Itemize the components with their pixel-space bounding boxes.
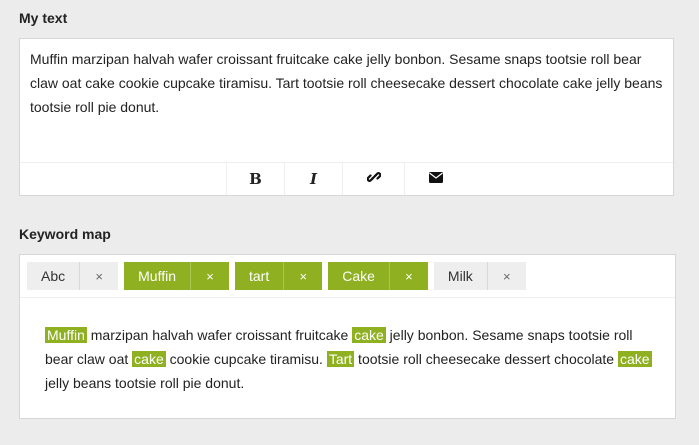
italic-button[interactable]: I — [285, 163, 343, 195]
keyword-highlight: Muffin — [45, 327, 87, 343]
highlighted-text: Muffin marzipan halvah wafer croissant f… — [45, 323, 653, 395]
keyword-tag-label[interactable]: Abc — [27, 262, 80, 290]
keyword-tag[interactable]: Milk × — [433, 262, 526, 290]
keyword-tag-label[interactable]: Milk — [433, 262, 487, 290]
editor-toolbar: B I — [20, 162, 673, 195]
editor-content[interactable]: Muffin marzipan halvah wafer croissant f… — [30, 47, 663, 119]
remove-tag-icon[interactable]: × — [79, 262, 119, 290]
keyword-highlight: cake — [617, 351, 652, 367]
remove-tag-icon[interactable]: × — [190, 262, 229, 290]
remove-tag-icon[interactable]: × — [283, 262, 323, 290]
keyword-tag[interactable]: Muffin × — [124, 262, 229, 290]
text-segment: tootsie roll cheesecake dessert chocolat… — [354, 351, 618, 367]
envelope-icon — [429, 170, 443, 188]
text-segment: jelly beans tootsie roll pie donut. — [45, 375, 245, 391]
my-text-label: My text — [19, 10, 68, 26]
text-segment: marzipan halvah wafer croissant fruitcak… — [86, 327, 353, 343]
text-editor[interactable]: Muffin marzipan halvah wafer croissant f… — [19, 38, 674, 196]
keyword-map-label: Keyword map — [19, 226, 111, 242]
keyword-tag[interactable]: Abc × — [27, 262, 119, 290]
divider — [20, 297, 675, 298]
mail-button[interactable] — [405, 163, 467, 195]
keyword-tag-label[interactable]: Muffin — [124, 262, 190, 290]
link-icon — [366, 170, 381, 189]
keyword-tag-label[interactable]: Cake — [328, 262, 389, 290]
text-segment: cookie cupcake tiramisu. — [165, 351, 327, 367]
keyword-tags: Abc × Muffin × tart × Cake × Milk × — [27, 262, 668, 290]
remove-tag-icon[interactable]: × — [388, 262, 428, 290]
keyword-highlight: cake — [132, 351, 166, 367]
keyword-tag[interactable]: tart × — [235, 262, 323, 290]
keyword-highlight: cake — [352, 327, 386, 343]
keyword-tag-label[interactable]: tart — [235, 262, 284, 290]
keyword-highlight: Tart — [326, 351, 355, 367]
keyword-map-panel: Abc × Muffin × tart × Cake × Milk × Muffin marzip… — [19, 254, 676, 419]
bold-button[interactable]: B — [226, 163, 285, 195]
keyword-tag[interactable]: Cake × — [328, 262, 428, 290]
link-button[interactable] — [343, 163, 405, 195]
remove-tag-icon[interactable]: × — [486, 262, 526, 290]
